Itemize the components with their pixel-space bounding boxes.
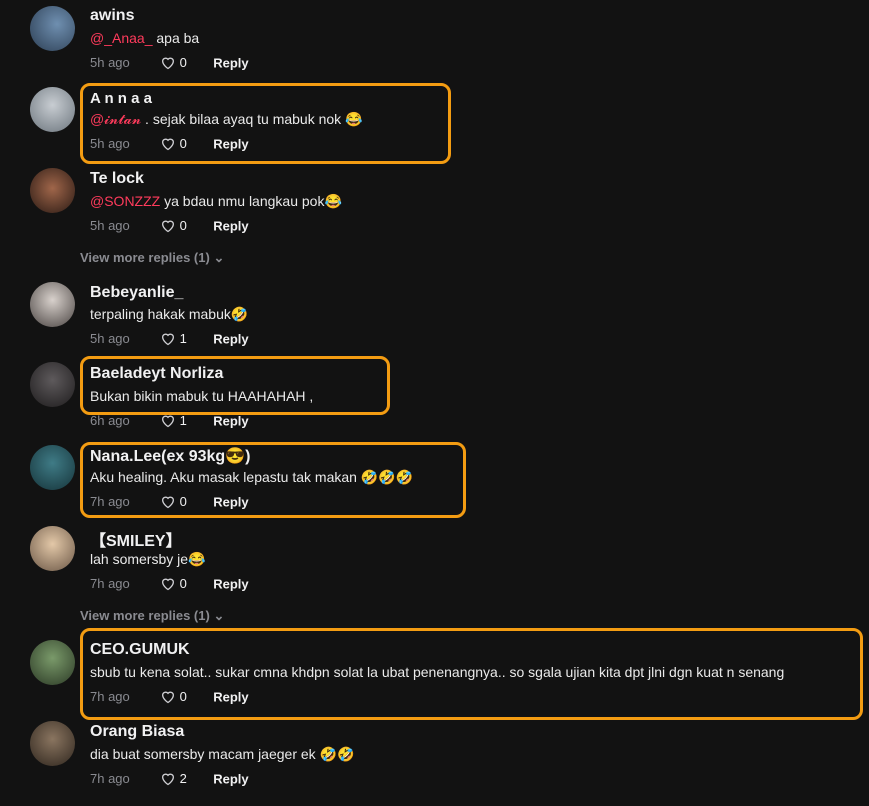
comment-username[interactable]: Orang Biasa xyxy=(90,723,184,741)
comment-time: 7h ago xyxy=(90,576,130,592)
heart-icon[interactable] xyxy=(160,413,176,431)
comment-time: 5h ago xyxy=(90,218,130,234)
comment-body: ya bdau nmu langkau pok😂 xyxy=(160,193,342,209)
comment-time: 5h ago xyxy=(90,331,130,347)
reply-button[interactable]: Reply xyxy=(213,218,248,233)
like-count: 0 xyxy=(179,494,187,510)
view-more-label: View more replies (1) xyxy=(80,608,210,623)
mention-link[interactable]: @SONZZZ xyxy=(90,193,160,209)
comment-username[interactable]: A n n a a xyxy=(90,90,152,107)
mention-link[interactable]: @_Anaa_ xyxy=(90,30,152,46)
comment-time: 6h ago xyxy=(90,413,130,429)
avatar[interactable] xyxy=(30,526,75,571)
reply-button[interactable]: Reply xyxy=(213,413,248,428)
comment-meta: 5h ago 0 Reply xyxy=(90,136,249,154)
comment-username-overlay: Baeladeyt Norliza xyxy=(90,365,224,382)
heart-icon[interactable] xyxy=(160,689,176,707)
heart-icon[interactable] xyxy=(160,331,176,349)
comment-text: lah somersby je😂 xyxy=(90,551,205,568)
comment-body: apa ba xyxy=(152,30,200,46)
avatar[interactable] xyxy=(30,445,75,490)
comment-text-overlay: Bukan bikin mabuk tu HAAHAHAH , xyxy=(90,388,313,404)
comment-text: terpaling hakak mabuk🤣 xyxy=(90,306,248,323)
comment-text: Aku healing. Aku masak lepastu tak makan… xyxy=(90,469,413,486)
comment-meta: 7h ago 0 Reply xyxy=(90,576,249,594)
like-count: 0 xyxy=(179,218,187,234)
like-count: 0 xyxy=(179,55,187,71)
comment-username[interactable]: Nana.Lee(ex 93kg😎) xyxy=(90,446,250,466)
like-count: 0 xyxy=(179,689,187,705)
like-count: 0 xyxy=(179,576,187,592)
reply-button[interactable]: Reply xyxy=(213,494,248,509)
comment-body: Bukan bikin mabuk tu HAAHAHAH , xyxy=(90,388,314,404)
comment-time: 5h ago xyxy=(90,136,130,152)
comment-text: @𝓲𝓷𝓽𝓪𝓷 . sejak bilaa ayaq tu mabuk nok 😂 xyxy=(90,111,363,128)
like-count: 1 xyxy=(179,331,187,347)
heart-icon[interactable] xyxy=(160,218,176,236)
mention-link[interactable]: @𝓲𝓷𝓽𝓪𝓷 xyxy=(90,111,141,127)
heart-icon[interactable] xyxy=(160,771,176,789)
comment-body: terpaling hakak mabuk🤣 xyxy=(90,306,249,322)
heart-icon[interactable] xyxy=(160,494,176,512)
reply-button[interactable]: Reply xyxy=(213,771,248,786)
comment-username[interactable]: awins xyxy=(90,7,134,25)
reply-button[interactable]: Reply xyxy=(213,55,248,70)
chevron-down-icon: ⌄ xyxy=(213,250,225,265)
comment-meta: 5h ago 1 Reply xyxy=(90,331,249,349)
comment-meta: 5h ago 0 Reply xyxy=(90,55,249,73)
avatar[interactable] xyxy=(30,87,75,132)
comment-meta: 7h ago 2 Reply xyxy=(90,771,249,789)
comment-body: Aku healing. Aku masak lepastu tak makan… xyxy=(90,469,414,485)
reply-button[interactable]: Reply xyxy=(213,331,248,346)
comment-username[interactable]: 【SMILEY】 xyxy=(90,527,182,551)
comment-body: . sejak bilaa ayaq tu mabuk nok 😂 xyxy=(141,111,363,127)
view-more-replies[interactable]: View more replies (1) ⌄ xyxy=(80,608,224,624)
comment-text: @_Anaa_ apa ba xyxy=(90,30,199,46)
reply-button[interactable]: Reply xyxy=(213,136,248,151)
like-count: 1 xyxy=(179,413,187,429)
comment-text: dia buat somersby macam jaeger ek 🤣🤣 xyxy=(90,746,354,763)
reply-button[interactable]: Reply xyxy=(213,689,248,704)
comment-meta: 7h ago 0 Reply xyxy=(90,689,249,707)
comment-text: sbub tu kena solat.. sukar cmna khdpn so… xyxy=(90,664,784,680)
comment-time: 5h ago xyxy=(90,55,130,71)
view-more-replies[interactable]: View more replies (1) ⌄ xyxy=(80,250,224,266)
comment-time: 7h ago xyxy=(90,689,130,705)
comment-username[interactable]: CEO.GUMUK xyxy=(90,641,190,659)
avatar[interactable] xyxy=(30,640,75,685)
comment-meta: 5h ago 0 Reply xyxy=(90,218,249,236)
comment-body: dia buat somersby macam jaeger ek 🤣🤣 xyxy=(90,746,355,762)
view-more-label: View more replies (1) xyxy=(80,250,210,265)
avatar[interactable] xyxy=(30,282,75,327)
comment-username[interactable]: Te lock xyxy=(90,170,144,188)
comment-meta: 6h ago 1 Reply xyxy=(90,413,249,431)
avatar[interactable] xyxy=(30,721,75,766)
avatar[interactable] xyxy=(30,168,75,213)
comment-meta: 7h ago 0 Reply xyxy=(90,494,249,512)
avatar[interactable] xyxy=(30,362,75,407)
comment-body: sbub tu kena solat.. sukar cmna khdpn so… xyxy=(90,664,785,680)
like-count: 2 xyxy=(179,771,187,787)
heart-icon[interactable] xyxy=(160,55,176,73)
reply-button[interactable]: Reply xyxy=(213,576,248,591)
comment-time: 7h ago xyxy=(90,494,130,510)
avatar[interactable] xyxy=(30,6,75,51)
chevron-down-icon: ⌄ xyxy=(213,608,225,623)
comment-time: 7h ago xyxy=(90,771,130,787)
comment-body: lah somersby je😂 xyxy=(90,551,206,567)
comment-username[interactable]: Bebeyanlie_ xyxy=(90,284,183,302)
heart-icon[interactable] xyxy=(160,136,176,154)
comment-text: @SONZZZ ya bdau nmu langkau pok😂 xyxy=(90,193,342,210)
like-count: 0 xyxy=(179,136,187,152)
heart-icon[interactable] xyxy=(160,576,176,594)
